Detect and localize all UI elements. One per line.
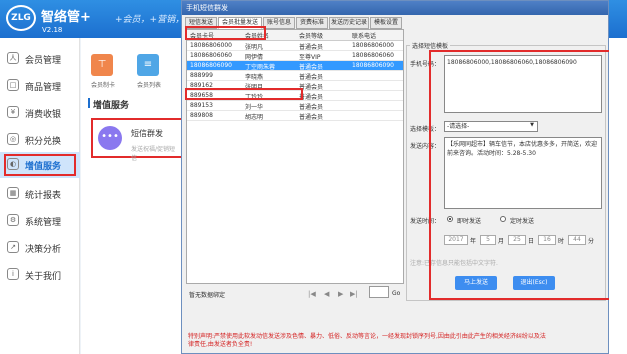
sidebar-item-analysis[interactable]: ↗ 决策分析 bbox=[0, 235, 80, 261]
col-level: 会员等级 bbox=[299, 33, 324, 40]
sidebar-highlight-box bbox=[4, 154, 76, 176]
pager-text: 暂无数据绑定 bbox=[189, 292, 226, 299]
form-highlight-box bbox=[429, 50, 612, 300]
yen-icon: ¥ bbox=[7, 106, 19, 118]
cell: 刘一华 bbox=[245, 104, 264, 111]
pager: 暂无数据绑定 |◀ ◀ ▶ ▶| Go bbox=[186, 285, 404, 303]
dialog-title: 手机短信群发 bbox=[182, 1, 608, 15]
cell: 普通会员 bbox=[299, 74, 324, 81]
list-icon: ≡ bbox=[143, 59, 153, 70]
col-phone: 联系电话 bbox=[352, 33, 377, 40]
cell: 丁空雨朱蓉 bbox=[245, 64, 276, 71]
info-icon: i bbox=[7, 268, 19, 280]
member-list-tile[interactable]: ≡ bbox=[137, 54, 159, 76]
cell: 普通会员 bbox=[299, 64, 324, 71]
go-button[interactable]: Go bbox=[392, 290, 400, 297]
cell: 普通会员 bbox=[299, 44, 324, 51]
page-number-input[interactable] bbox=[369, 286, 389, 298]
sidebar-item-member[interactable]: 人会员管理 bbox=[0, 46, 80, 72]
analysis-icon: ↗ bbox=[7, 241, 19, 253]
sms-card-subtitle: 发送祝福/促销短信 bbox=[131, 146, 176, 162]
sms-card-title: 短信群发 bbox=[131, 129, 163, 138]
app-title: 智络管+ bbox=[41, 10, 91, 25]
section-bar bbox=[88, 98, 90, 108]
tab-fees[interactable]: 资费标准 bbox=[296, 17, 328, 29]
gear-icon: ⚙ bbox=[7, 214, 19, 226]
prev-page-icon[interactable]: ◀ bbox=[324, 290, 329, 298]
cell: 18086806060 bbox=[352, 52, 394, 59]
sidebar: 人会员管理 □ 商品管理 ¥ 消费收银 ◎ 积分兑换 ◐ 增值服务 ▦ 统计报表 ⚙ 系统管… bbox=[0, 38, 80, 354]
member-card-tile[interactable]: ⊤ bbox=[91, 54, 113, 76]
app-logo: ZLG bbox=[6, 5, 36, 31]
sidebar-item-cashier[interactable]: ¥ 消费收银 bbox=[0, 100, 80, 126]
first-page-icon[interactable]: |◀ bbox=[308, 290, 316, 298]
cell: 18086806090 bbox=[352, 62, 394, 69]
form-group-title: 选择短信模板 bbox=[410, 41, 451, 50]
table-row[interactable]: 888999 李晓燕 普通会员 bbox=[187, 71, 403, 81]
table-row[interactable]: 18086806060 网伊倩 至尊VIP 18086806060 bbox=[187, 51, 403, 61]
last-page-icon[interactable]: ▶| bbox=[350, 290, 358, 298]
row-highlight-box bbox=[185, 88, 303, 100]
next-page-icon[interactable]: ▶ bbox=[338, 290, 343, 298]
points-icon: ◎ bbox=[7, 133, 19, 145]
sidebar-item-goods[interactable]: □ 商品管理 bbox=[0, 73, 80, 99]
user-icon: 人 bbox=[7, 52, 19, 64]
chat-bubble-icon: ••• bbox=[98, 126, 122, 150]
cell: 普通会员 bbox=[299, 114, 324, 121]
section-title: 增值服务 bbox=[93, 101, 130, 111]
tab-templates[interactable]: 模板设置 bbox=[370, 17, 402, 29]
table-row-selected[interactable]: 18086806090 丁空雨朱蓉 普通会员 18086806090 bbox=[187, 61, 403, 71]
cell: 胡志明 bbox=[245, 114, 264, 121]
sidebar-item-about[interactable]: i 关于我们 bbox=[0, 262, 80, 288]
table-row[interactable]: 889808 胡志明 普通会员 bbox=[187, 111, 403, 121]
cell: 普通会员 bbox=[299, 104, 324, 111]
disclaimer-notice: 特别声明:严禁使用此软发动信发送涉及色情、暴力、低俗、反动等言论，一经发现封锁序… bbox=[188, 333, 546, 348]
member-card-label: 会员制卡 bbox=[91, 82, 116, 89]
table-row[interactable]: 18086806000 张明凡 普通会员 18086806000 bbox=[187, 41, 403, 51]
right-scroll-area bbox=[609, 38, 627, 354]
card-icon: ⊤ bbox=[97, 59, 107, 70]
sidebar-item-reports[interactable]: ▦ 统计报表 bbox=[0, 181, 80, 207]
member-list-label: 会员列表 bbox=[137, 82, 162, 89]
cell: 888999 bbox=[190, 72, 213, 79]
cell: 889153 bbox=[190, 102, 213, 109]
cell: 李晓燕 bbox=[245, 74, 264, 81]
member-table: 会员卡号 会员姓名 会员等级 联系电话 18086806000 张明凡 普通会员 18… bbox=[186, 29, 404, 284]
cell: 18086806060 bbox=[190, 52, 232, 59]
sms-broadcast-card[interactable]: ••• 短信群发 发送祝福/促销短信 bbox=[91, 118, 183, 162]
service-panel: ⊤ 会员制卡 ≡ 会员列表 增值服务 bbox=[81, 38, 181, 354]
cell: 18086806000 bbox=[190, 42, 232, 49]
cell: 网伊倩 bbox=[245, 54, 264, 61]
chart-icon: ▦ bbox=[7, 187, 19, 199]
table-row[interactable]: 889153 刘一华 普通会员 bbox=[187, 101, 403, 111]
tab-highlight-box bbox=[185, 26, 266, 40]
app-version: V2.18 bbox=[42, 26, 63, 34]
sidebar-item-points[interactable]: ◎ 积分兑换 bbox=[0, 127, 80, 153]
tab-account[interactable]: 账号信息 bbox=[263, 17, 295, 29]
sidebar-item-system[interactable]: ⚙ 系统管理 bbox=[0, 208, 80, 234]
tab-history[interactable]: 发送历史记录 bbox=[329, 17, 369, 29]
cell: 18086806090 bbox=[190, 62, 232, 69]
cell: 至尊VIP bbox=[299, 54, 321, 61]
cell: 889808 bbox=[190, 112, 213, 119]
box-icon: □ bbox=[7, 79, 19, 91]
cell: 18086806000 bbox=[352, 42, 394, 49]
cell: 张明凡 bbox=[245, 44, 264, 51]
